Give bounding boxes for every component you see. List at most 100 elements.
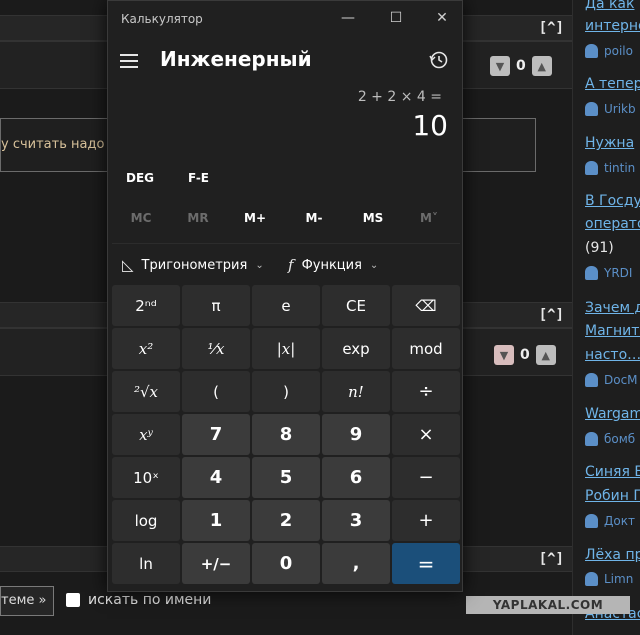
- sidebar-author[interactable]: tintin: [585, 161, 635, 175]
- sidebar-topic-line2[interactable]: операто: [585, 216, 640, 232]
- user-icon: [585, 161, 598, 175]
- ten-power-button[interactable]: 10ˣ: [112, 457, 180, 498]
- digit-2-button[interactable]: 2: [252, 500, 320, 541]
- multiply-button[interactable]: ×: [392, 414, 460, 455]
- vote-box-2: ▼ 0 ▲: [494, 345, 556, 365]
- digit-5-button[interactable]: 5: [252, 457, 320, 498]
- calc-header: Инженерный: [108, 43, 462, 79]
- memory-clear-button[interactable]: MC: [116, 211, 166, 225]
- sidebar-comment-count: (91): [585, 240, 614, 256]
- plus-button[interactable]: +: [392, 500, 460, 541]
- reciprocal-button[interactable]: ¹⁄x: [182, 328, 250, 369]
- sidebar-topic[interactable]: А тепер: [585, 76, 640, 92]
- sqrt-button[interactable]: ²√x: [112, 371, 180, 412]
- close-icon[interactable]: ✕: [432, 10, 452, 26]
- ln-button[interactable]: ln: [112, 543, 180, 584]
- user-icon: [585, 572, 598, 586]
- digit-4-button[interactable]: 4: [182, 457, 250, 498]
- memory-subtract-button[interactable]: M-: [289, 211, 339, 225]
- sidebar-author[interactable]: YRDI: [585, 266, 632, 280]
- function-icon: f: [288, 256, 294, 274]
- digit-1-button[interactable]: 1: [182, 500, 250, 541]
- divide-button[interactable]: ÷: [392, 371, 460, 412]
- sidebar-author[interactable]: Urikb: [585, 102, 636, 116]
- left-paren-button[interactable]: (: [182, 371, 250, 412]
- sidebar: Да как интерне poilo А тепер Urikb Нужна…: [572, 0, 640, 635]
- maximize-icon[interactable]: ☐: [386, 10, 406, 26]
- factorial-button[interactable]: n!: [322, 371, 390, 412]
- title-bar[interactable]: Калькулятор — ☐ ✕: [108, 1, 462, 37]
- digit-7-button[interactable]: 7: [182, 414, 250, 455]
- search-in-topic-button[interactable]: теме »: [0, 586, 54, 616]
- vote-count-2: 0: [520, 347, 530, 363]
- function-dropdown[interactable]: f Функция ⌄: [288, 256, 378, 274]
- power-button[interactable]: xʸ: [112, 414, 180, 455]
- memory-recall-button[interactable]: MR: [173, 211, 223, 225]
- fe-button[interactable]: F-E: [188, 171, 209, 185]
- calculator-window: Калькулятор — ☐ ✕ Инженерный 2 + 2 × 4 =…: [107, 0, 463, 592]
- thumb-down-icon[interactable]: ▼: [494, 345, 514, 365]
- memory-list-button[interactable]: M˅: [404, 211, 454, 225]
- sidebar-topic-line2[interactable]: Магнито: [585, 323, 640, 339]
- minus-button[interactable]: −: [392, 457, 460, 498]
- angle-unit-button[interactable]: DEG: [126, 171, 154, 185]
- sidebar-topic[interactable]: В Госду: [585, 193, 640, 209]
- trigonometry-dropdown[interactable]: ◺ Тригонометрия ⌄: [122, 256, 264, 274]
- backspace-icon[interactable]: ⌫: [392, 285, 460, 326]
- chevron-down-icon: ⌄: [369, 259, 379, 271]
- sidebar-topic-line3[interactable]: насто…: [585, 347, 640, 363]
- thumb-up-icon[interactable]: ▲: [535, 345, 556, 365]
- second-button[interactable]: 2ⁿᵈ: [112, 285, 180, 326]
- sidebar-topic-line2[interactable]: интерне: [585, 18, 640, 34]
- mod-button[interactable]: mod: [392, 328, 460, 369]
- history-icon[interactable]: [428, 49, 450, 71]
- memory-add-button[interactable]: M+: [230, 211, 280, 225]
- search-by-name-label: искать по имени: [88, 592, 212, 608]
- log-button[interactable]: log: [112, 500, 180, 541]
- mode-title: Инженерный: [160, 47, 312, 71]
- right-paren-button[interactable]: ): [252, 371, 320, 412]
- sidebar-topic[interactable]: Да как: [585, 0, 634, 12]
- e-button[interactable]: e: [252, 285, 320, 326]
- digit-9-button[interactable]: 9: [322, 414, 390, 455]
- sidebar-topic[interactable]: Лёха пр: [585, 547, 640, 563]
- minimize-icon[interactable]: —: [338, 10, 358, 26]
- thumb-down-icon[interactable]: ▼: [490, 56, 510, 76]
- sidebar-topic[interactable]: Зачем д: [585, 300, 640, 316]
- negate-button[interactable]: +/−: [182, 543, 250, 584]
- sidebar-topic[interactable]: Синяя Е: [585, 464, 640, 480]
- pi-button[interactable]: π: [182, 285, 250, 326]
- chevron-down-icon: ⌄: [255, 259, 264, 271]
- menu-icon[interactable]: [120, 54, 138, 68]
- clear-entry-button[interactable]: CE: [322, 285, 390, 326]
- collapse-link-3[interactable]: [^]: [539, 551, 564, 567]
- search-by-name-checkbox[interactable]: [66, 593, 80, 607]
- digit-8-button[interactable]: 8: [252, 414, 320, 455]
- digit-6-button[interactable]: 6: [322, 457, 390, 498]
- search-by-name-option[interactable]: искать по имени: [66, 592, 211, 608]
- result-display: 10: [412, 109, 448, 142]
- vote-count: 0: [516, 58, 526, 74]
- digit-0-button[interactable]: 0: [252, 543, 320, 584]
- absolute-button[interactable]: |x|: [252, 328, 320, 369]
- exp-button[interactable]: exp: [322, 328, 390, 369]
- square-button[interactable]: x²: [112, 328, 180, 369]
- triangle-icon: ◺: [122, 256, 134, 274]
- expression: 2 + 2 × 4 =: [357, 89, 442, 105]
- decimal-button[interactable]: ,: [322, 543, 390, 584]
- sidebar-author[interactable]: Докт: [585, 514, 635, 528]
- equals-button[interactable]: =: [392, 543, 460, 584]
- thumb-up-icon[interactable]: ▲: [531, 56, 552, 76]
- collapse-link[interactable]: [^]: [539, 20, 564, 36]
- sidebar-topic-line2[interactable]: Робин Г: [585, 488, 640, 504]
- collapse-link-2[interactable]: [^]: [539, 307, 564, 323]
- sidebar-topic[interactable]: Wargam: [585, 406, 640, 422]
- memory-row: MC MR M+ M- MS M˅: [108, 211, 462, 233]
- sidebar-author[interactable]: poilo: [585, 44, 633, 58]
- sidebar-topic[interactable]: Нужна: [585, 135, 634, 151]
- sidebar-author[interactable]: бомб: [585, 432, 635, 446]
- digit-3-button[interactable]: 3: [322, 500, 390, 541]
- sidebar-author[interactable]: DocM: [585, 373, 638, 387]
- sidebar-author[interactable]: Limn: [585, 572, 633, 586]
- memory-store-button[interactable]: MS: [348, 211, 398, 225]
